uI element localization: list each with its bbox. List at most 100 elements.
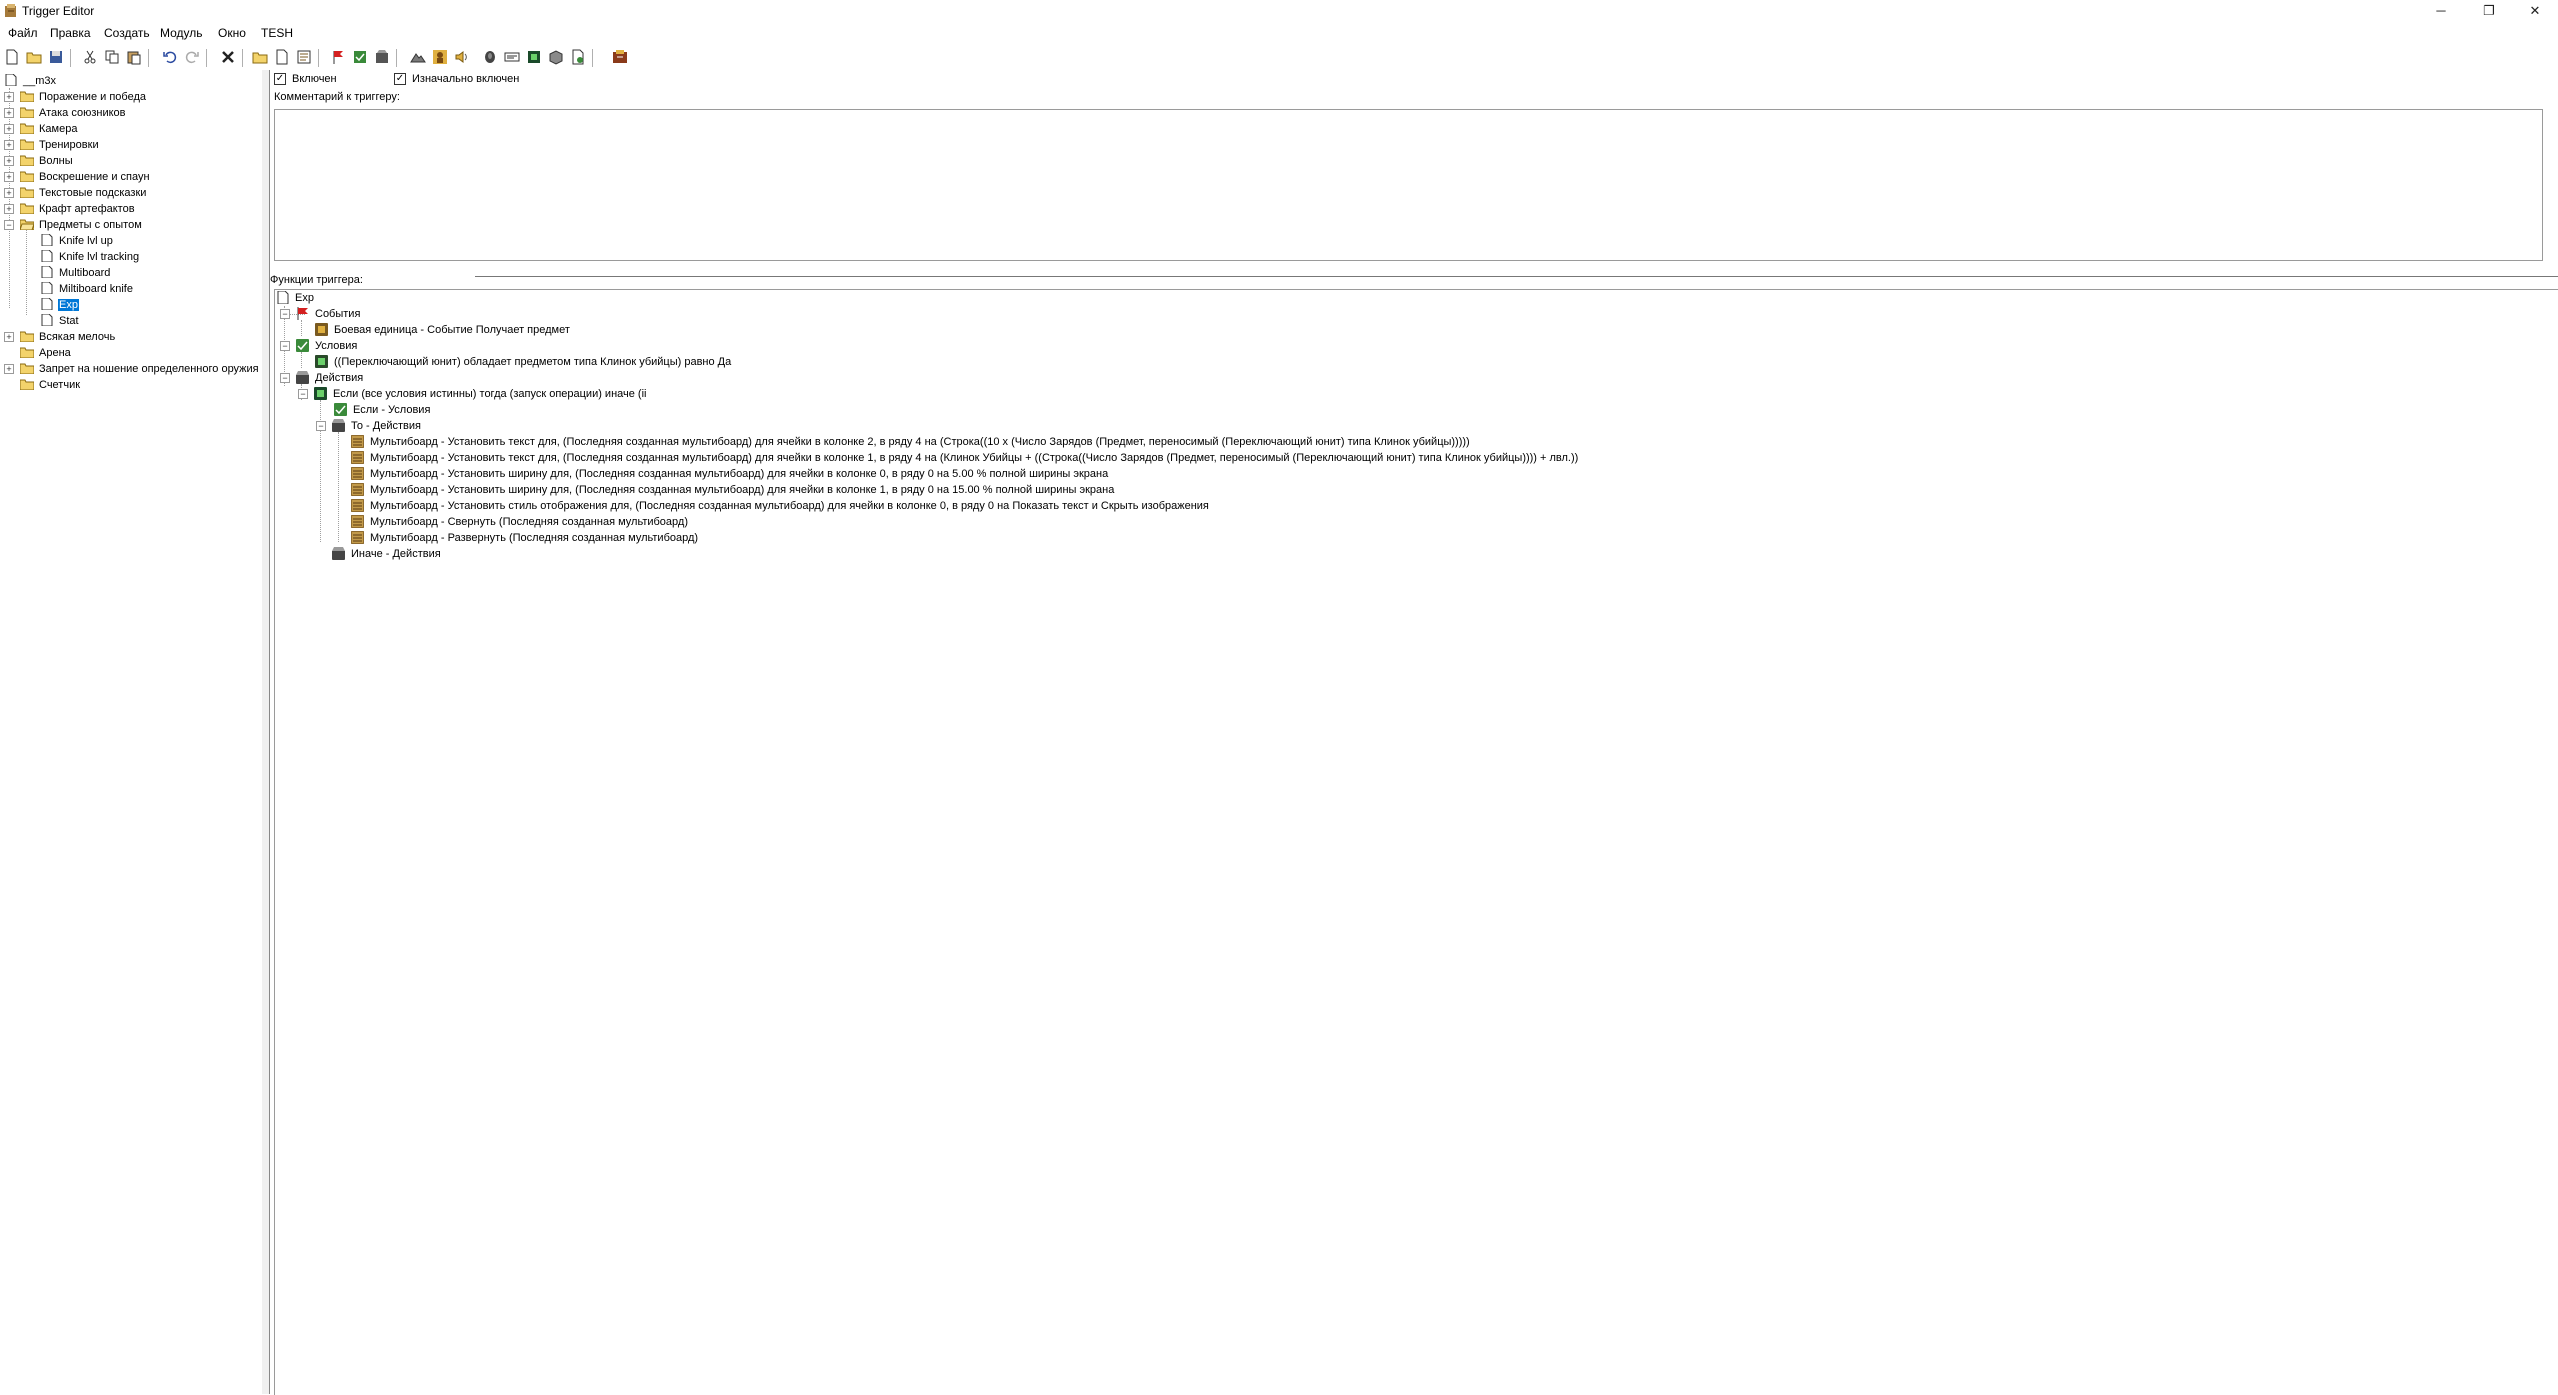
tree-folder[interactable]: + Всякая мелочь [4,329,116,345]
expand-plus-icon[interactable]: + [4,172,14,182]
initially-on-checkbox[interactable]: ✓ [394,73,406,86]
folder-label: Волны [39,155,73,167]
new-comment-button[interactable] [294,47,314,67]
unit-editor-button[interactable] [430,47,450,67]
tree-folder[interactable]: Арена [4,345,72,361]
tree-folder[interactable]: + Поражение и победа [4,89,147,105]
tree-folder-open[interactable]: − Предметы с опытом [4,217,143,233]
then-actions-node[interactable]: − То - Действия [316,418,421,434]
delete-button[interactable] [218,47,238,67]
collapse-minus-icon[interactable]: − [298,389,308,399]
import-manager-button[interactable] [546,47,566,67]
action-item[interactable]: Мультибоард - Развернуть (Последняя созд… [351,530,698,546]
collapse-minus-icon[interactable]: − [4,220,14,230]
actions-node[interactable]: − Действия [280,370,363,386]
ai-editor-button[interactable] [524,47,544,67]
campaign-editor-button[interactable] [502,47,522,67]
collapse-minus-icon[interactable]: − [280,309,290,319]
condition-text: ((Переключающий юнит) обладает предметом… [334,356,732,368]
new-condition-button[interactable] [350,47,370,67]
expand-plus-icon[interactable]: + [4,364,14,374]
copy-button[interactable] [102,47,122,67]
if-conditions-node[interactable]: Если - Условия [334,402,430,418]
event-item[interactable]: Боевая единица - Событие Получает предме… [315,322,570,338]
expand-plus-icon[interactable]: + [4,140,14,150]
cut-button[interactable] [80,47,100,67]
tree-trigger[interactable]: Stat [40,313,80,329]
action-item[interactable]: Мультибоард - Установить стиль отображен… [351,498,1209,514]
tree-trigger[interactable]: Knife lvl tracking [40,249,140,265]
minimize-button[interactable]: ─ [2418,0,2464,22]
undo-button[interactable] [160,47,180,67]
else-actions-node[interactable]: Иначе - Действия [332,546,441,562]
functions-root[interactable]: Exp [276,290,314,306]
collapse-minus-icon[interactable]: − [280,341,290,351]
menu-tesh[interactable]: TESH [261,26,293,40]
action-item[interactable]: Мультибоард - Свернуть (Последняя создан… [351,514,688,530]
tree-folder[interactable]: + Атака союзников [4,105,127,121]
action-item[interactable]: Мультибоард - Установить текст для, (Пос… [351,434,1470,450]
expand-plus-icon[interactable]: + [4,332,14,342]
enabled-checkbox-row[interactable]: ✓ Включен [274,73,337,86]
condition-item[interactable]: ((Переключающий юнит) обладает предметом… [315,354,731,370]
tree-trigger-selected[interactable]: Exp [40,297,79,313]
tree-root[interactable]: __m3x [4,73,57,89]
folder-icon [20,187,34,199]
open-button[interactable] [24,47,44,67]
tree-folder[interactable]: + Текстовые подсказки [4,185,147,201]
menu-file[interactable]: Файл [8,26,38,40]
terrain-editor-button[interactable] [408,47,428,67]
initially-on-checkbox-row[interactable]: ✓ Изначально включен [394,73,519,86]
menu-create[interactable]: Создать [104,26,150,40]
tree-folder[interactable]: + Крафт артефактов [4,201,136,217]
menu-module[interactable]: Модуль [160,26,203,40]
tree-trigger[interactable]: Miltiboard knife [40,281,134,297]
restore-button[interactable]: ❐ [2466,0,2512,22]
object-manager-button[interactable] [568,47,588,67]
tree-folder[interactable]: Счетчик [4,377,81,393]
tree-folder[interactable]: + Воскрешение и спаун [4,169,151,185]
expand-plus-icon[interactable]: + [4,108,14,118]
if-block-text: Если (все условия истинны) тогда (запуск… [333,388,647,400]
action-item[interactable]: Мультибоард - Установить ширину для, (По… [351,482,1114,498]
comment-lines-icon [297,50,311,64]
action-item[interactable]: Мультибоард - Установить ширину для, (По… [351,466,1108,482]
expand-plus-icon[interactable]: + [4,124,14,134]
new-action-button[interactable] [372,47,392,67]
test-map-button[interactable] [610,47,630,67]
redo-button[interactable] [182,47,202,67]
close-button[interactable]: ✕ [2512,0,2558,22]
collapse-minus-icon[interactable]: − [280,373,290,383]
tree-folder[interactable]: + Тренировки [4,137,100,153]
enabled-checkbox[interactable]: ✓ [274,73,286,86]
expand-plus-icon[interactable]: + [4,92,14,102]
menu-edit[interactable]: Правка [50,26,91,40]
conditions-node[interactable]: − Условия [280,338,357,354]
test-map-icon [613,50,627,63]
expand-plus-icon[interactable]: + [4,156,14,166]
collapse-minus-icon[interactable]: − [316,421,326,431]
save-button[interactable] [46,47,66,67]
object-editor-button[interactable] [480,47,500,67]
tree-folder[interactable]: + Волны [4,153,74,169]
new-trigger-button[interactable] [272,47,292,67]
action-item[interactable]: Мультибоард - Установить текст для, (Пос… [351,450,1578,466]
toolbar-separator [206,49,207,67]
tree-trigger[interactable]: Knife lvl up [40,233,114,249]
expand-plus-icon[interactable]: + [4,188,14,198]
new-category-button[interactable] [250,47,270,67]
actions-label: Действия [315,372,364,384]
new-map-button[interactable] [2,47,22,67]
paste-button[interactable] [124,47,144,67]
sound-editor-button[interactable] [452,47,472,67]
tree-folder[interactable]: + Запрет на ношение определенного оружия [4,361,260,377]
menu-window[interactable]: Окно [218,26,246,40]
tree-folder[interactable]: + Камера [4,121,78,137]
new-event-button[interactable] [328,47,348,67]
expand-plus-icon[interactable]: + [4,204,14,214]
tree-trigger[interactable]: Multiboard [40,265,111,281]
pane-splitter[interactable] [262,70,270,1394]
comment-textarea[interactable] [274,109,2543,261]
events-node[interactable]: − События [280,306,360,322]
if-then-else-node[interactable]: − Если (все условия истинны) тогда (запу… [298,386,646,402]
